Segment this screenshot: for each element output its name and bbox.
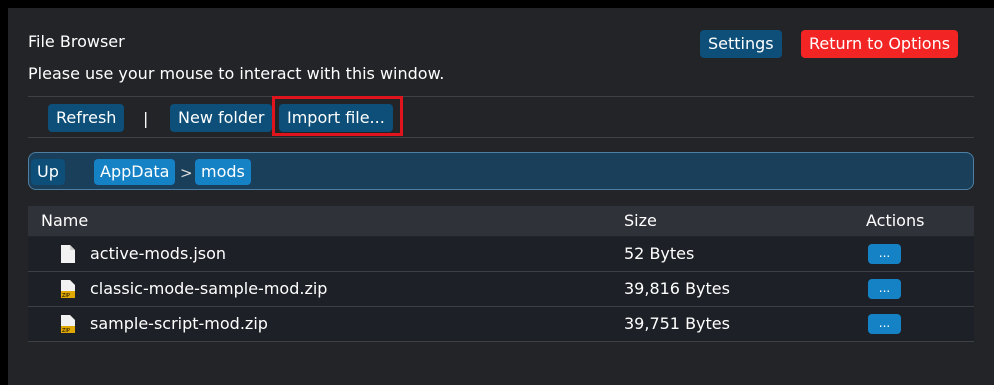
breadcrumb-separator: >	[180, 164, 193, 182]
table-row[interactable]: ZIP classic-mode-sample-mod.zip 39,816 B…	[28, 272, 974, 307]
return-to-options-button[interactable]: Return to Options	[801, 30, 959, 58]
refresh-button[interactable]: Refresh	[48, 104, 125, 132]
divider	[28, 96, 974, 97]
window-title: File Browser	[28, 32, 125, 51]
file-size: 39,816 Bytes	[624, 279, 730, 298]
divider	[28, 137, 974, 138]
column-header-actions: Actions	[866, 211, 925, 230]
table-row[interactable]: ZIP sample-script-mod.zip 39,751 Bytes .…	[28, 307, 974, 342]
file-name[interactable]: classic-mode-sample-mod.zip	[90, 279, 327, 299]
table-header: Name Size Actions	[28, 206, 974, 236]
file-size: 39,751 Bytes	[624, 314, 730, 333]
file-actions-button[interactable]: ...	[868, 244, 901, 264]
file-browser-window: File Browser Please use your mouse to in…	[8, 8, 994, 385]
toolbar-separator: |	[143, 109, 149, 128]
column-header-name[interactable]: Name	[41, 211, 88, 231]
file-name[interactable]: sample-script-mod.zip	[90, 314, 268, 334]
settings-button[interactable]: Settings	[700, 30, 782, 58]
zip-file-icon: ZIP	[61, 280, 75, 298]
zip-file-icon: ZIP	[61, 315, 75, 333]
column-header-size[interactable]: Size	[624, 211, 657, 231]
file-actions-button[interactable]: ...	[868, 279, 901, 299]
document-icon	[61, 245, 75, 263]
table-row[interactable]: active-mods.json 52 Bytes ...	[28, 237, 974, 272]
breadcrumb-mods[interactable]: mods	[195, 159, 251, 185]
breadcrumb-appdata[interactable]: AppData	[94, 159, 176, 185]
file-size: 52 Bytes	[624, 244, 695, 263]
new-folder-button[interactable]: New folder	[170, 104, 273, 132]
file-name[interactable]: active-mods.json	[90, 244, 226, 264]
file-actions-button[interactable]: ...	[868, 314, 901, 334]
svg-text:ZIP: ZIP	[62, 328, 70, 333]
import-highlight-box	[272, 96, 403, 136]
svg-text:ZIP: ZIP	[62, 293, 70, 298]
window-instructions: Please use your mouse to interact with t…	[28, 64, 445, 83]
up-button[interactable]: Up	[31, 159, 65, 185]
